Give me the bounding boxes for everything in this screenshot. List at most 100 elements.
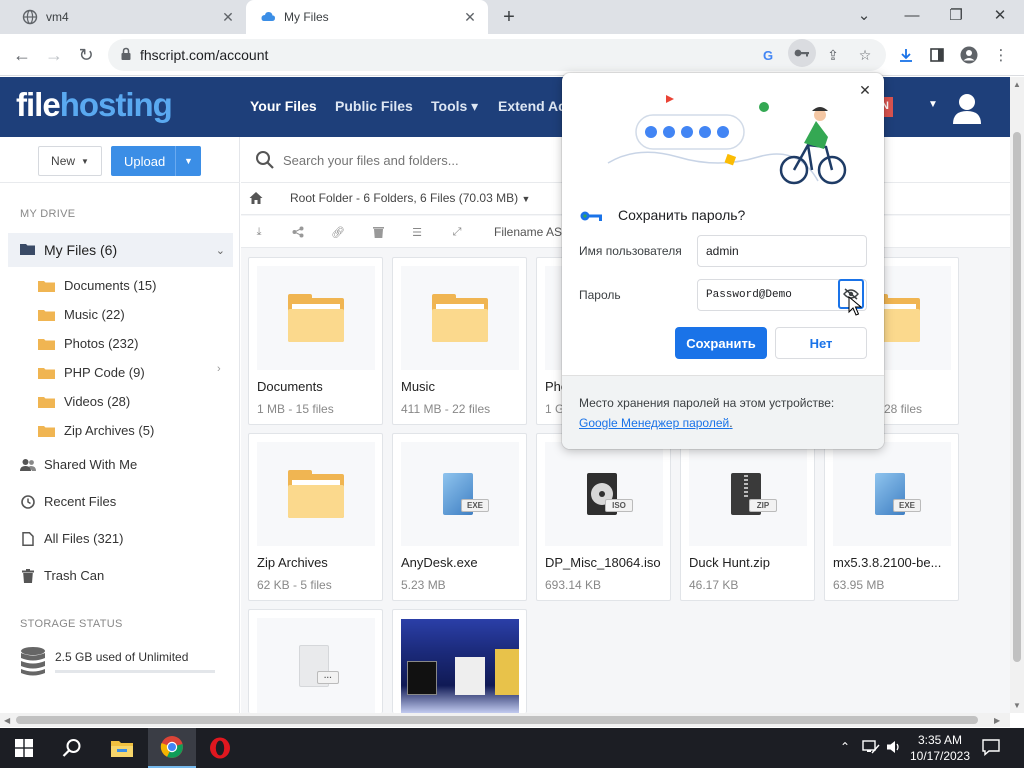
network-icon[interactable] [862, 739, 880, 758]
nav-public-files[interactable]: Public Files [335, 98, 413, 114]
file-meta: 411 MB - 22 files [401, 402, 491, 416]
nav-extend-account[interactable]: Extend Ac [498, 98, 566, 114]
profile-avatar-icon[interactable] [958, 44, 980, 66]
sidebar-folder-documents[interactable]: Documents (15) [38, 278, 156, 293]
tab-search-chevron-icon[interactable]: ⌄ [850, 4, 878, 26]
file-name: Documents [257, 379, 323, 394]
sidebar-item-recent[interactable]: Recent Files [20, 494, 116, 509]
folder-dark-icon [20, 242, 36, 258]
upload-button[interactable]: Upload ▼ [111, 146, 201, 176]
sidebar-folder-music[interactable]: Music (22) [38, 307, 125, 322]
chevron-right-icon[interactable]: › [217, 363, 221, 375]
close-window-icon[interactable]: ✕ [986, 4, 1014, 26]
globe-icon [22, 9, 38, 25]
sidebar-item-label: Trash Can [44, 568, 105, 583]
close-icon[interactable]: ✕ [220, 9, 236, 25]
file-explorer-icon[interactable] [98, 728, 146, 768]
sidebar: New ▼ Upload ▼ MY DRIVE My Files (6) ⌄ Doc… [0, 137, 240, 713]
search-taskbar-icon[interactable] [48, 728, 96, 768]
vertical-scroll-thumb[interactable] [1013, 132, 1021, 662]
side-panel-icon[interactable] [926, 44, 948, 66]
nav-tools[interactable]: Tools ▾ [431, 98, 478, 115]
bookmark-star-icon[interactable]: ☆ [856, 46, 874, 64]
file-card-zip-archives[interactable]: Zip Archives 62 KB - 5 files [248, 433, 383, 601]
save-password-button[interactable]: Сохранить [675, 327, 767, 359]
file-card-iso[interactable]: ISO DP_Misc_18064.iso 693.14 KB [536, 433, 671, 601]
share-action-icon[interactable] [291, 225, 305, 239]
sidebar-item-trash[interactable]: Trash Can [20, 568, 104, 583]
trash-icon [20, 568, 36, 583]
file-card-music[interactable]: Music 411 MB - 22 files [392, 257, 527, 425]
system-clock[interactable]: 3:35 AM 10/17/2023 [902, 732, 978, 764]
notification-center-icon[interactable] [982, 738, 1000, 759]
password-key-icon[interactable] [788, 39, 816, 67]
reload-icon[interactable]: ↻ [74, 43, 98, 67]
tab-my-files[interactable]: My Files ✕ [246, 0, 488, 34]
breadcrumb-root-folder[interactable]: Root Folder - 6 Folders, 6 Files (70.03 … [290, 191, 530, 205]
fullscreen-icon[interactable]: ⤢ [450, 225, 464, 239]
sidebar-folder-zip-archives[interactable]: Zip Archives (5) [38, 423, 154, 438]
list-view-icon[interactable]: ☰ [410, 225, 424, 239]
download-icon[interactable] [895, 44, 917, 66]
upload-caret-icon[interactable]: ▼ [175, 146, 201, 176]
tray-chevron-up-icon[interactable]: ⌃ [840, 740, 850, 754]
link-action-icon[interactable]: 🔗︎ [331, 225, 345, 239]
forward-arrow-icon[interactable]: → [42, 43, 66, 67]
more-menu-icon[interactable]: ⋮ [990, 44, 1012, 66]
sidebar-item-all-files[interactable]: All Files (321) [20, 531, 123, 546]
nav-your-files[interactable]: Your Files [250, 98, 317, 114]
vertical-scrollbar[interactable]: ▲ ▼ [1010, 77, 1024, 713]
site-logo[interactable]: filehosting [16, 86, 173, 124]
sidebar-item-my-files[interactable]: My Files (6) ⌄ [8, 233, 233, 267]
username-field[interactable]: admin [697, 235, 867, 267]
file-card-duck-hunt[interactable]: ZIP Duck Hunt.zip 46.17 KB [680, 433, 815, 601]
file-card-documents[interactable]: Documents 1 MB - 15 files [248, 257, 383, 425]
password-manager-link[interactable]: Google Менеджер паролей. [579, 416, 733, 430]
file-card-anydesk[interactable]: EXE AnyDesk.exe 5.23 MB [392, 433, 527, 601]
scroll-up-arrow-icon[interactable]: ▲ [1013, 80, 1021, 89]
tab-vm4[interactable]: vm4 ✕ [8, 0, 246, 34]
share-icon[interactable]: ⇪ [824, 46, 842, 64]
horizontal-scroll-thumb[interactable] [16, 716, 978, 724]
scroll-down-arrow-icon[interactable]: ▼ [1013, 701, 1021, 710]
scroll-right-arrow-icon[interactable]: ▶ [994, 716, 1000, 725]
account-dropdown-caret-icon[interactable]: ▼ [928, 99, 938, 110]
file-card-generic[interactable]: ··· [248, 609, 383, 714]
chrome-taskbar-icon[interactable] [148, 728, 196, 768]
scroll-left-arrow-icon[interactable]: ◀ [4, 716, 10, 725]
sidebar-item-label: Shared With Me [44, 457, 138, 472]
file-card-mx5[interactable]: EXE mx5.3.8.2100-be... 63.95 MB [824, 433, 959, 601]
chevron-down-icon[interactable]: ⌄ [216, 244, 225, 257]
clock-date: 10/17/2023 [909, 749, 971, 763]
back-arrow-icon[interactable]: ← [10, 43, 34, 67]
search-input[interactable] [283, 150, 583, 170]
sidebar-folder-videos[interactable]: Videos (28) [38, 394, 130, 409]
new-tab-button[interactable]: + [498, 6, 520, 28]
download-action-icon[interactable]: ⤓ [252, 225, 266, 239]
sidebar-folder-photos[interactable]: Photos (232) [38, 336, 138, 351]
opera-taskbar-icon[interactable] [196, 728, 244, 768]
my-drive-label: MY DRIVE [20, 208, 76, 220]
minimize-icon[interactable]: — [898, 4, 926, 26]
volume-icon[interactable] [886, 739, 902, 758]
restore-icon[interactable]: ❐ [942, 4, 970, 26]
file-thumbnail: EXE [401, 442, 519, 546]
windows-start-icon[interactable] [0, 728, 48, 768]
file-card-image[interactable] [392, 609, 527, 714]
decline-button[interactable]: Нет [775, 327, 867, 359]
svg-text:G: G [763, 48, 773, 62]
zip-file-icon: ZIP [731, 473, 777, 515]
home-icon[interactable] [249, 191, 263, 205]
close-icon[interactable]: ✕ [856, 81, 874, 99]
user-avatar-icon[interactable] [950, 90, 984, 124]
sidebar-folder-php-code[interactable]: PHP Code (9) [38, 365, 145, 380]
horizontal-scrollbar[interactable]: ◀ ▶ [0, 713, 1010, 727]
new-button[interactable]: New ▼ [38, 146, 102, 176]
sidebar-item-shared[interactable]: Shared With Me [20, 457, 137, 472]
google-lens-icon[interactable]: G [760, 46, 778, 64]
clock-time: 3:35 AM [917, 733, 963, 747]
file-meta: 1 MB - 15 files [257, 402, 334, 416]
close-icon[interactable]: ✕ [462, 9, 478, 25]
delete-action-icon[interactable] [371, 225, 385, 239]
sort-dropdown[interactable]: Filename ASC [494, 225, 571, 239]
